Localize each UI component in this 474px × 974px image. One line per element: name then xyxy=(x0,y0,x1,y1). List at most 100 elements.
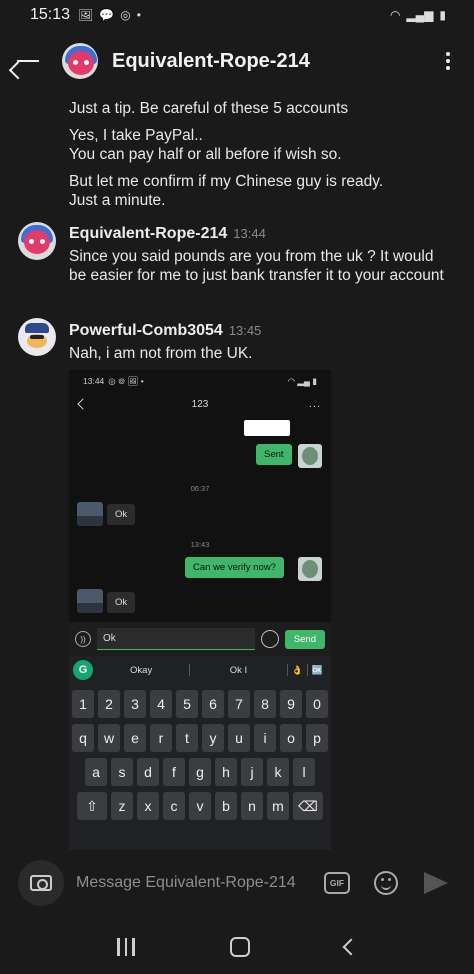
suggestion-item: Ok I xyxy=(229,664,248,676)
sender-name[interactable]: Powerful-Comb3054 xyxy=(69,322,223,340)
status-bar: 15:13 🖼 💬 ◎ • ◠ ▂▄▆ ▮ xyxy=(0,0,474,30)
keyboard-key: l xyxy=(293,758,315,786)
keyboard-key: o xyxy=(280,724,302,752)
embedded-send-button: Send xyxy=(284,629,325,649)
keyboard-key: i xyxy=(254,724,276,752)
embedded-avatar xyxy=(298,444,322,468)
status-right-icons: ◠ ▂▄▆ ▮ xyxy=(390,8,446,22)
message-text: But let me confirm if my Chinese guy is … xyxy=(69,173,384,209)
keyboard-key: y xyxy=(202,724,224,752)
keyboard-key: d xyxy=(137,758,159,786)
back-icon[interactable] xyxy=(342,938,360,956)
message-group: Powerful-Comb3054 13:45 Nah, i am not fr… xyxy=(69,322,459,363)
message-text: Yes, I take PayPal.. You can pay half or… xyxy=(69,127,342,163)
message-timestamp: 13:44 xyxy=(233,226,266,241)
system-nav-bar xyxy=(0,924,474,970)
message-input[interactable] xyxy=(76,874,314,892)
more-options-icon[interactable] xyxy=(446,52,450,70)
keyboard-key: t xyxy=(176,724,198,752)
embedded-bubble-ok: Ok xyxy=(107,592,136,613)
keyboard-key: 5 xyxy=(176,690,198,718)
message-group: Just a tip. Be careful of these 5 accoun… xyxy=(69,99,459,210)
embedded-chat: Sent 06:37 Ok 13:43 Can we verify now? O… xyxy=(69,416,331,646)
status-time: 15:13 xyxy=(30,6,71,23)
grammarly-icon: G xyxy=(73,660,93,680)
keyboard-key: 0 xyxy=(306,690,328,718)
keyboard-key: s xyxy=(111,758,133,786)
message-timestamp: 13:45 xyxy=(228,323,262,338)
keyboard-key: q xyxy=(72,724,94,752)
embedded-status-icons: ◎ ⊚ 🖼 • xyxy=(108,375,144,386)
embedded-title: 123 xyxy=(191,398,209,410)
embedded-signal-icon: ◠ ▂▄ ▮ xyxy=(287,375,317,386)
embedded-input-field: Ok xyxy=(97,628,255,650)
battery-icon: ▮ xyxy=(439,8,446,22)
message-text: Nah, i am not from the UK. xyxy=(69,345,253,362)
embedded-suggestion-bar: G Okay Ok I 👌 🆗 xyxy=(69,656,331,684)
keyboard-key: 8 xyxy=(254,690,276,718)
embedded-bubble-sent: Sent xyxy=(256,444,292,465)
sender-name[interactable]: Equivalent-Rope-214 xyxy=(69,225,227,243)
keyboard-key: u xyxy=(228,724,250,752)
keyboard-key: v xyxy=(189,792,211,820)
wechat-icon: 💬 xyxy=(99,8,115,22)
embedded-voice-icon: )) xyxy=(75,631,91,647)
keyboard-key: g xyxy=(189,758,211,786)
keyboard-key: 1 xyxy=(72,690,94,718)
embedded-bubble-verify: Can we verify now? xyxy=(185,557,284,578)
keyboard-key: z xyxy=(111,792,133,820)
avatar[interactable] xyxy=(62,43,98,79)
embedded-avatar xyxy=(77,502,103,526)
keyboard-key: w xyxy=(98,724,120,752)
keyboard-key: 2 xyxy=(98,690,120,718)
embedded-keyboard: G Okay Ok I 👌 🆗 1234567890 qwertyuiop as… xyxy=(69,656,331,850)
keyboard-key: 4 xyxy=(150,690,172,718)
sender-avatar[interactable] xyxy=(18,318,56,356)
keyboard-key: e xyxy=(124,724,146,752)
send-icon[interactable] xyxy=(424,872,448,894)
embedded-status-bar: 13:44 ◎ ⊚ 🖼 • ◠ ▂▄ ▮ xyxy=(69,370,331,392)
keyboard-key: 3 xyxy=(124,690,146,718)
embedded-header: 123 ... xyxy=(69,392,331,416)
keyboard-key: ⌫ xyxy=(293,792,323,820)
keyboard-row-2: asdfghjkl xyxy=(69,758,331,786)
chat-title[interactable]: Equivalent-Rope-214 xyxy=(112,50,310,73)
keyboard-key: a xyxy=(85,758,107,786)
suggestion-emoji: 🆗 xyxy=(311,664,323,675)
keyboard-key: 6 xyxy=(202,690,224,718)
home-icon[interactable] xyxy=(229,937,250,957)
signal-icon: ▂▄▆ xyxy=(406,8,434,22)
embedded-input-row: )) Ok Send xyxy=(69,622,331,656)
back-arrow-icon[interactable] xyxy=(14,47,42,75)
camera-button[interactable] xyxy=(18,860,64,906)
embedded-avatar xyxy=(77,589,103,613)
wifi-icon: ◠ xyxy=(389,8,401,22)
gif-button[interactable]: GIF xyxy=(324,872,350,894)
suggestion-item: Okay xyxy=(130,664,153,676)
message-composer: GIF xyxy=(0,855,474,911)
embedded-status-time: 13:44 xyxy=(83,376,105,386)
keyboard-key: x xyxy=(137,792,159,820)
embedded-timestamp: 06:37 xyxy=(190,484,210,493)
keyboard-row-1: qwertyuiop xyxy=(69,724,331,752)
recent-apps-icon[interactable] xyxy=(117,938,135,956)
keyboard-key: k xyxy=(267,758,289,786)
keyboard-key: ⇧ xyxy=(77,792,107,820)
keyboard-key: b xyxy=(215,792,237,820)
keyboard-row-numbers: 1234567890 xyxy=(69,690,331,718)
emoji-icon[interactable] xyxy=(374,871,398,895)
keyboard-key: 9 xyxy=(280,690,302,718)
suggestion-emoji: 👌 xyxy=(291,664,303,675)
keyboard-key: h xyxy=(215,758,237,786)
keyboard-key: c xyxy=(163,792,185,820)
keyboard-key: r xyxy=(150,724,172,752)
sender-avatar[interactable] xyxy=(18,222,56,260)
gallery-icon: 🖼 xyxy=(78,8,94,22)
notification-dot-icon: • xyxy=(136,8,141,22)
instagram-icon: ◎ xyxy=(120,8,131,22)
attached-screenshot[interactable]: 13:44 ◎ ⊚ 🖼 • ◠ ▂▄ ▮ 123 ... Sent 06:37 … xyxy=(69,370,331,850)
keyboard-key: p xyxy=(306,724,328,752)
keyboard-key: j xyxy=(241,758,263,786)
embedded-bubble-ok: Ok xyxy=(107,504,136,525)
keyboard-key: n xyxy=(241,792,263,820)
